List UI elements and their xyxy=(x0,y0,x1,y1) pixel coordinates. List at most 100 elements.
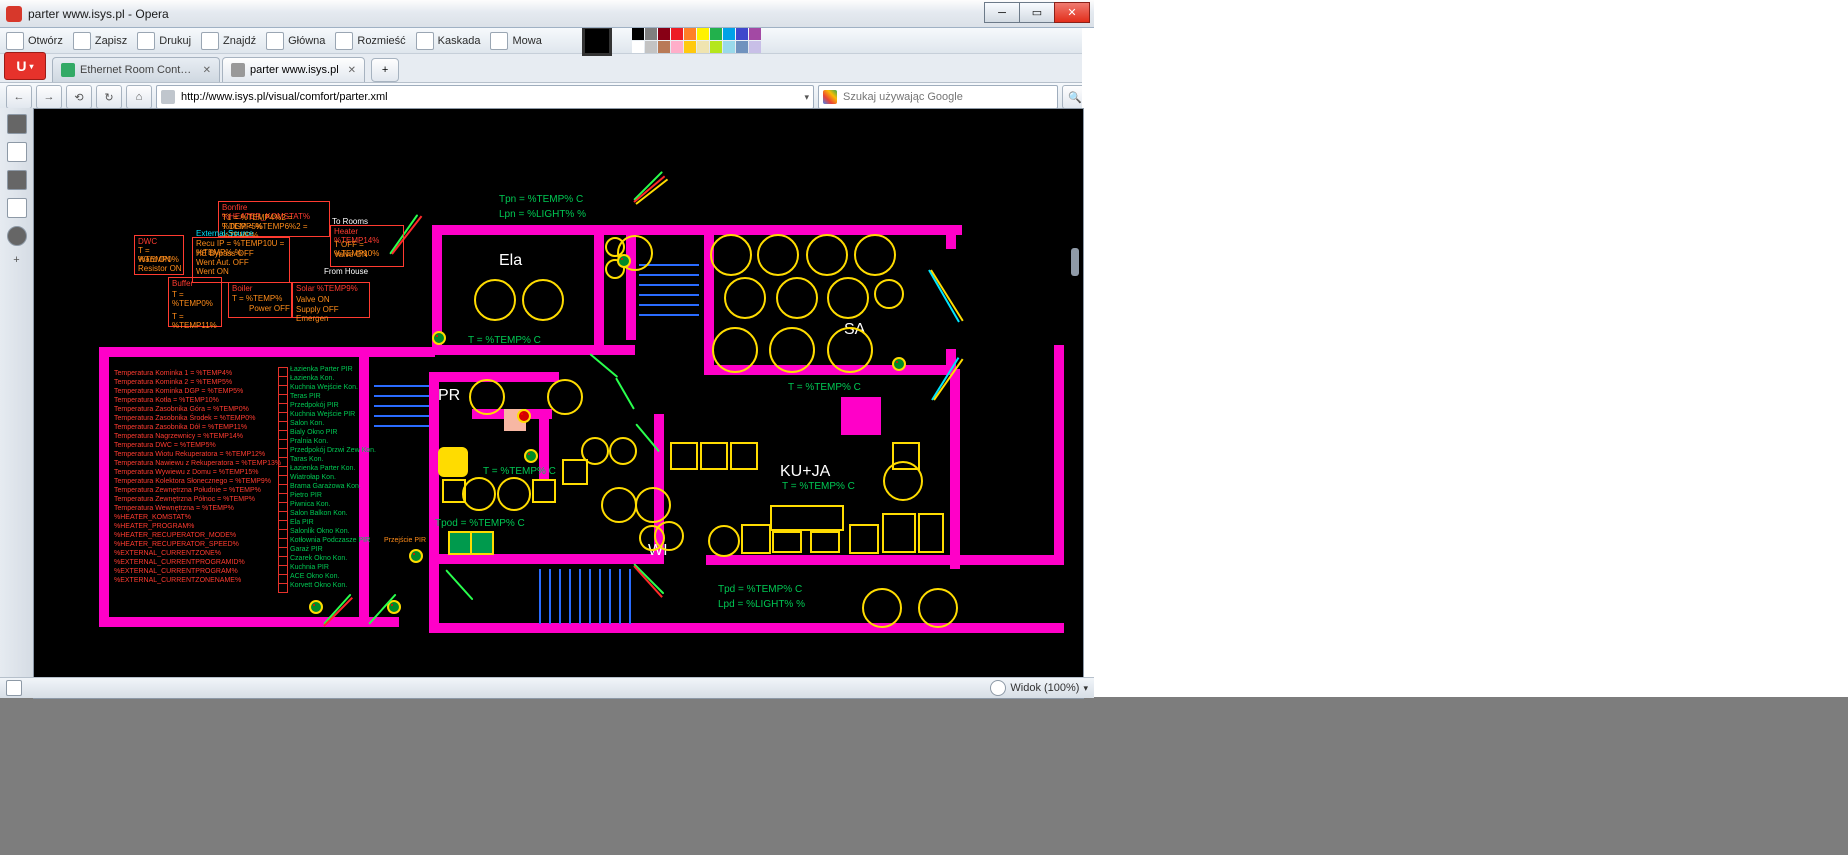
menu-open[interactable]: Otwórz xyxy=(6,32,63,50)
device[interactable] xyxy=(670,442,698,470)
light[interactable] xyxy=(724,277,766,319)
box-solar[interactable]: Solar %TEMP9% Valve ON Supply OFF Emerge… xyxy=(292,282,370,318)
pir-sensor[interactable] xyxy=(892,357,906,371)
box-heater[interactable]: Heater %TEMP14% T OFF = %TEMP10% Valve O… xyxy=(330,225,404,267)
search-input[interactable] xyxy=(841,90,1053,104)
device[interactable] xyxy=(532,479,556,503)
tab-close-icon[interactable]: ✕ xyxy=(203,65,211,76)
menu-find-label: Znajdź xyxy=(223,35,256,47)
light[interactable] xyxy=(757,234,799,276)
light[interactable] xyxy=(769,327,815,373)
canvas-gray-lower xyxy=(0,697,1848,855)
light[interactable] xyxy=(474,279,516,321)
scrollbar-thumb[interactable] xyxy=(1071,248,1079,276)
pir-sensor[interactable] xyxy=(617,254,631,268)
rewind-button[interactable]: ⟲ xyxy=(66,85,92,109)
light[interactable] xyxy=(462,477,496,511)
color-current[interactable] xyxy=(582,26,612,56)
reload-button[interactable]: ↻ xyxy=(96,85,122,109)
light[interactable] xyxy=(497,477,531,511)
opera-menu-button[interactable]: U▾ xyxy=(4,52,46,80)
forward-button[interactable]: → xyxy=(36,85,62,109)
close-button[interactable]: ✕ xyxy=(1054,2,1090,23)
light[interactable] xyxy=(710,234,752,276)
menu-find[interactable]: Znajdź xyxy=(201,32,256,50)
menu-tile[interactable]: Rozmieść xyxy=(335,32,405,50)
back-button[interactable]: ← xyxy=(6,85,32,109)
box-buffer[interactable]: Buffer T = %TEMP0% T = %TEMP11% xyxy=(168,277,222,327)
history-icon[interactable] xyxy=(7,226,27,246)
light[interactable] xyxy=(601,487,637,523)
device[interactable] xyxy=(772,531,802,553)
device[interactable] xyxy=(810,531,840,553)
new-tab-button[interactable]: + xyxy=(371,58,399,82)
light[interactable] xyxy=(806,234,848,276)
pir-sensor[interactable] xyxy=(309,600,323,614)
panel-toggle-icon[interactable] xyxy=(6,680,22,696)
device[interactable] xyxy=(442,479,466,503)
label-kuja: KU+JA xyxy=(780,463,830,481)
pir-sensor[interactable] xyxy=(409,549,423,563)
light-on[interactable] xyxy=(438,447,468,477)
chevron-down-icon[interactable]: ▾ xyxy=(1083,683,1088,694)
tab-parter[interactable]: parter www.isys.pl ✕ xyxy=(222,57,365,82)
add-panel-icon[interactable]: + xyxy=(8,254,26,272)
light[interactable] xyxy=(827,277,869,319)
device[interactable] xyxy=(918,513,944,553)
box-boiler[interactable]: Boiler T = %TEMP% Power OFF xyxy=(228,282,292,318)
light[interactable] xyxy=(874,279,904,309)
zoom-icon[interactable] xyxy=(990,680,1006,696)
pir-sensor[interactable] xyxy=(524,449,538,463)
minimize-button[interactable]: ─ xyxy=(984,2,1020,23)
light[interactable] xyxy=(862,588,902,628)
light[interactable] xyxy=(854,234,896,276)
box-dwc[interactable]: DWC T = %TEMP0% Want ON Resistor ON xyxy=(134,235,184,275)
light[interactable] xyxy=(712,327,758,373)
device[interactable] xyxy=(849,524,879,554)
light[interactable] xyxy=(635,487,671,523)
downloads-icon[interactable] xyxy=(7,198,27,218)
menu-print[interactable]: Drukuj xyxy=(137,32,191,50)
light[interactable] xyxy=(547,379,583,415)
sync-icon[interactable] xyxy=(7,142,27,162)
title-bar[interactable]: parter www.isys.pl - Opera ─ ▭ ✕ xyxy=(0,0,1094,28)
menu-tile-label: Rozmieść xyxy=(357,35,405,47)
search-box[interactable] xyxy=(818,85,1058,109)
tab-close-icon[interactable]: ✕ xyxy=(348,65,356,76)
device[interactable] xyxy=(562,459,588,485)
light[interactable] xyxy=(609,437,637,465)
door-status[interactable] xyxy=(470,531,494,555)
chevron-down-icon[interactable]: ▾ xyxy=(804,92,809,103)
label-from-house: From House xyxy=(324,267,368,276)
pir-sensor[interactable] xyxy=(517,409,531,423)
maximize-button[interactable]: ▭ xyxy=(1019,2,1055,23)
light[interactable] xyxy=(776,277,818,319)
pir-sensor[interactable] xyxy=(432,331,446,345)
light[interactable] xyxy=(469,379,505,415)
light[interactable] xyxy=(827,327,873,373)
url-input[interactable] xyxy=(179,90,800,104)
bookmark-icon[interactable] xyxy=(7,114,27,134)
device[interactable] xyxy=(700,442,728,470)
device[interactable] xyxy=(741,524,771,554)
menu-save[interactable]: Zapisz xyxy=(73,32,127,50)
light[interactable] xyxy=(522,279,564,321)
device[interactable] xyxy=(770,505,844,531)
address-bar[interactable]: ▾ xyxy=(156,85,814,109)
legend-label: Czarek Okno Kon. xyxy=(290,555,347,562)
device[interactable] xyxy=(892,442,920,470)
menu-speech[interactable]: Mowa xyxy=(490,32,541,50)
menu-home[interactable]: Główna xyxy=(266,32,325,50)
device[interactable] xyxy=(730,442,758,470)
door-status[interactable] xyxy=(448,531,472,555)
palette[interactable] xyxy=(632,28,761,53)
light[interactable] xyxy=(918,588,958,628)
tab-ethernet[interactable]: Ethernet Room Control... ✕ xyxy=(52,57,220,82)
light[interactable] xyxy=(708,525,740,557)
light[interactable] xyxy=(639,525,665,551)
menu-cascade[interactable]: Kaskada xyxy=(416,32,481,50)
device[interactable] xyxy=(882,513,916,553)
home-button[interactable]: ⌂ xyxy=(126,85,152,109)
zoom-label[interactable]: Widok (100%) xyxy=(1010,682,1079,694)
notes-icon[interactable] xyxy=(7,170,27,190)
